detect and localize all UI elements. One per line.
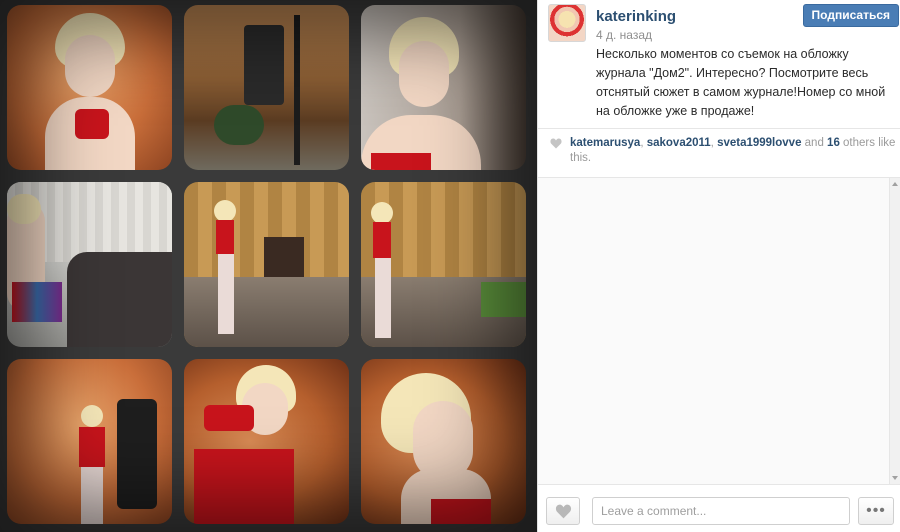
divider bbox=[538, 128, 900, 129]
photo-collage[interactable] bbox=[0, 0, 537, 532]
photo-tile-2 bbox=[184, 5, 349, 170]
comment-footer: ••• bbox=[538, 490, 900, 530]
follow-button[interactable]: Подписаться bbox=[802, 4, 899, 27]
post-header: katerinking 4 д. назад Подписаться Неско… bbox=[548, 4, 899, 124]
photo-tile-1 bbox=[7, 5, 172, 170]
likes-text: katemarusya, sakova2011, sveta1999lovve … bbox=[550, 136, 898, 166]
heart-icon bbox=[555, 504, 572, 519]
likes-and: and bbox=[801, 137, 828, 149]
post-sidebar: katerinking 4 д. назад Подписаться Неско… bbox=[537, 0, 900, 532]
scroll-up-icon[interactable] bbox=[892, 182, 898, 186]
comments-scrollbar[interactable] bbox=[889, 178, 900, 484]
post-caption: Несколько моментов со съемок на обложку … bbox=[596, 47, 886, 118]
photo-tile-7 bbox=[7, 359, 172, 524]
photo-tile-4 bbox=[7, 182, 172, 347]
photo-tile-6 bbox=[361, 182, 526, 347]
photo-tile-3 bbox=[361, 5, 526, 170]
comment-input[interactable] bbox=[592, 497, 850, 525]
photo-tile-9 bbox=[361, 359, 526, 524]
likes-summary: katemarusya, sakova2011, sveta1999lovve … bbox=[550, 136, 898, 166]
liker-link-1[interactable]: katemarusya bbox=[570, 137, 640, 149]
ellipsis-icon: ••• bbox=[866, 502, 886, 519]
scroll-down-icon[interactable] bbox=[892, 476, 898, 480]
more-options-button[interactable]: ••• bbox=[858, 497, 894, 525]
like-button[interactable] bbox=[546, 497, 580, 525]
heart-icon bbox=[550, 138, 562, 149]
comments-area[interactable] bbox=[538, 177, 900, 485]
likes-count[interactable]: 16 bbox=[827, 137, 840, 149]
avatar[interactable] bbox=[548, 4, 586, 42]
photo-tile-8 bbox=[184, 359, 349, 524]
liker-link-2[interactable]: sakova2011 bbox=[647, 137, 711, 149]
username-link[interactable]: katerinking bbox=[596, 8, 676, 25]
photo-tile-5 bbox=[184, 182, 349, 347]
liker-link-3[interactable]: sveta1999lovve bbox=[717, 137, 801, 149]
post-timestamp[interactable]: 4 д. назад bbox=[596, 28, 652, 42]
